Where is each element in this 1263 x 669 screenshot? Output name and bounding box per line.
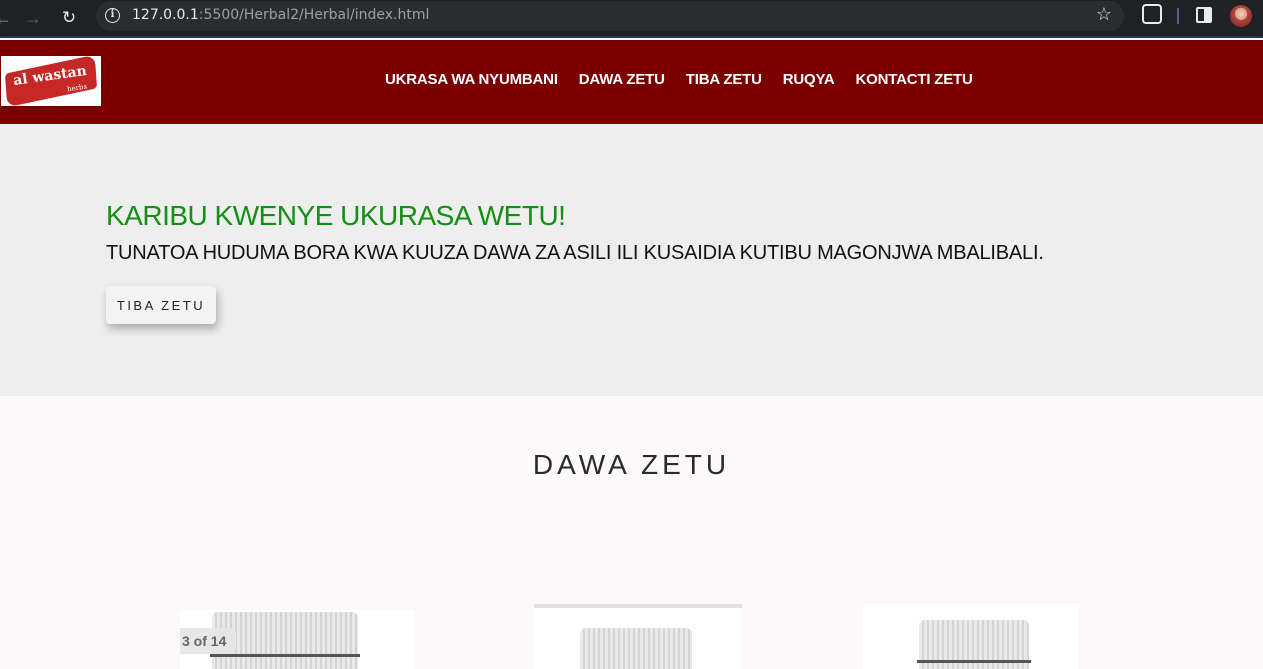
side-panel-icon[interactable]: [1196, 7, 1212, 23]
carousel-counter: 3 of 14: [180, 628, 237, 654]
hero-section: KARIBU KWENYE UKURASA WETU! TUNATOA HUDU…: [0, 124, 1263, 396]
hero-title: KARIBU KWENYE UKURASA WETU!: [106, 200, 566, 231]
site-info-icon[interactable]: i: [105, 8, 120, 23]
jar-rim: [210, 654, 360, 657]
bookmark-star-icon[interactable]: ☆: [1096, 4, 1112, 25]
product-jar-image: [580, 628, 692, 669]
toolbar-divider: [1177, 8, 1179, 24]
products-section-title: DAWA ZETU: [532, 449, 731, 480]
nav-link-kontacti-zetu[interactable]: KONTACTI ZETU: [856, 71, 973, 88]
forward-arrow-icon[interactable]: →: [20, 5, 46, 31]
reload-icon[interactable]: ↻: [56, 5, 82, 31]
back-arrow-icon[interactable]: ←: [0, 5, 16, 31]
address-bar[interactable]: i 127.0.0.1:5500/Herbal2/Herbal/index.ht…: [96, 1, 1124, 31]
main-nav: UKRASA WA NYUMBANI DAWA ZETU TIBA ZETU R…: [385, 71, 973, 88]
logo-subtext: herbs: [66, 82, 88, 94]
site-logo[interactable]: al wastan herbs: [1, 56, 101, 106]
site-header: al wastan herbs UKRASA WA NYUMBANI DAWA …: [0, 40, 1263, 124]
tiba-zetu-button[interactable]: TIBA ZETU: [106, 286, 216, 324]
url-path: :5500/Herbal2/Herbal/index.html: [198, 7, 430, 23]
hero-subtitle: TUNATOA HUDUMA BORA KWA KUUZA DAWA ZA AS…: [106, 242, 1044, 264]
url-text[interactable]: 127.0.0.1:5500/Herbal2/Herbal/index.html: [132, 7, 429, 23]
url-host: 127.0.0.1: [132, 7, 199, 23]
product-card[interactable]: [863, 604, 1079, 669]
nav-link-tiba-zetu[interactable]: TIBA ZETU: [686, 71, 762, 88]
product-card[interactable]: [534, 604, 742, 669]
profile-avatar[interactable]: [1230, 5, 1252, 27]
jar-rim: [917, 660, 1031, 663]
nav-link-dawa-zetu[interactable]: DAWA ZETU: [579, 71, 665, 88]
nav-link-ruqya[interactable]: RUQYA: [783, 71, 835, 88]
nav-link-ukrasa-wa-nyumbani[interactable]: UKRASA WA NYUMBANI: [385, 71, 558, 88]
extensions-icon[interactable]: [1142, 4, 1162, 24]
browser-toolbar: ← → ↻ i 127.0.0.1:5500/Herbal2/Herbal/in…: [0, 0, 1263, 38]
product-card[interactable]: 3 of 14: [180, 610, 414, 669]
